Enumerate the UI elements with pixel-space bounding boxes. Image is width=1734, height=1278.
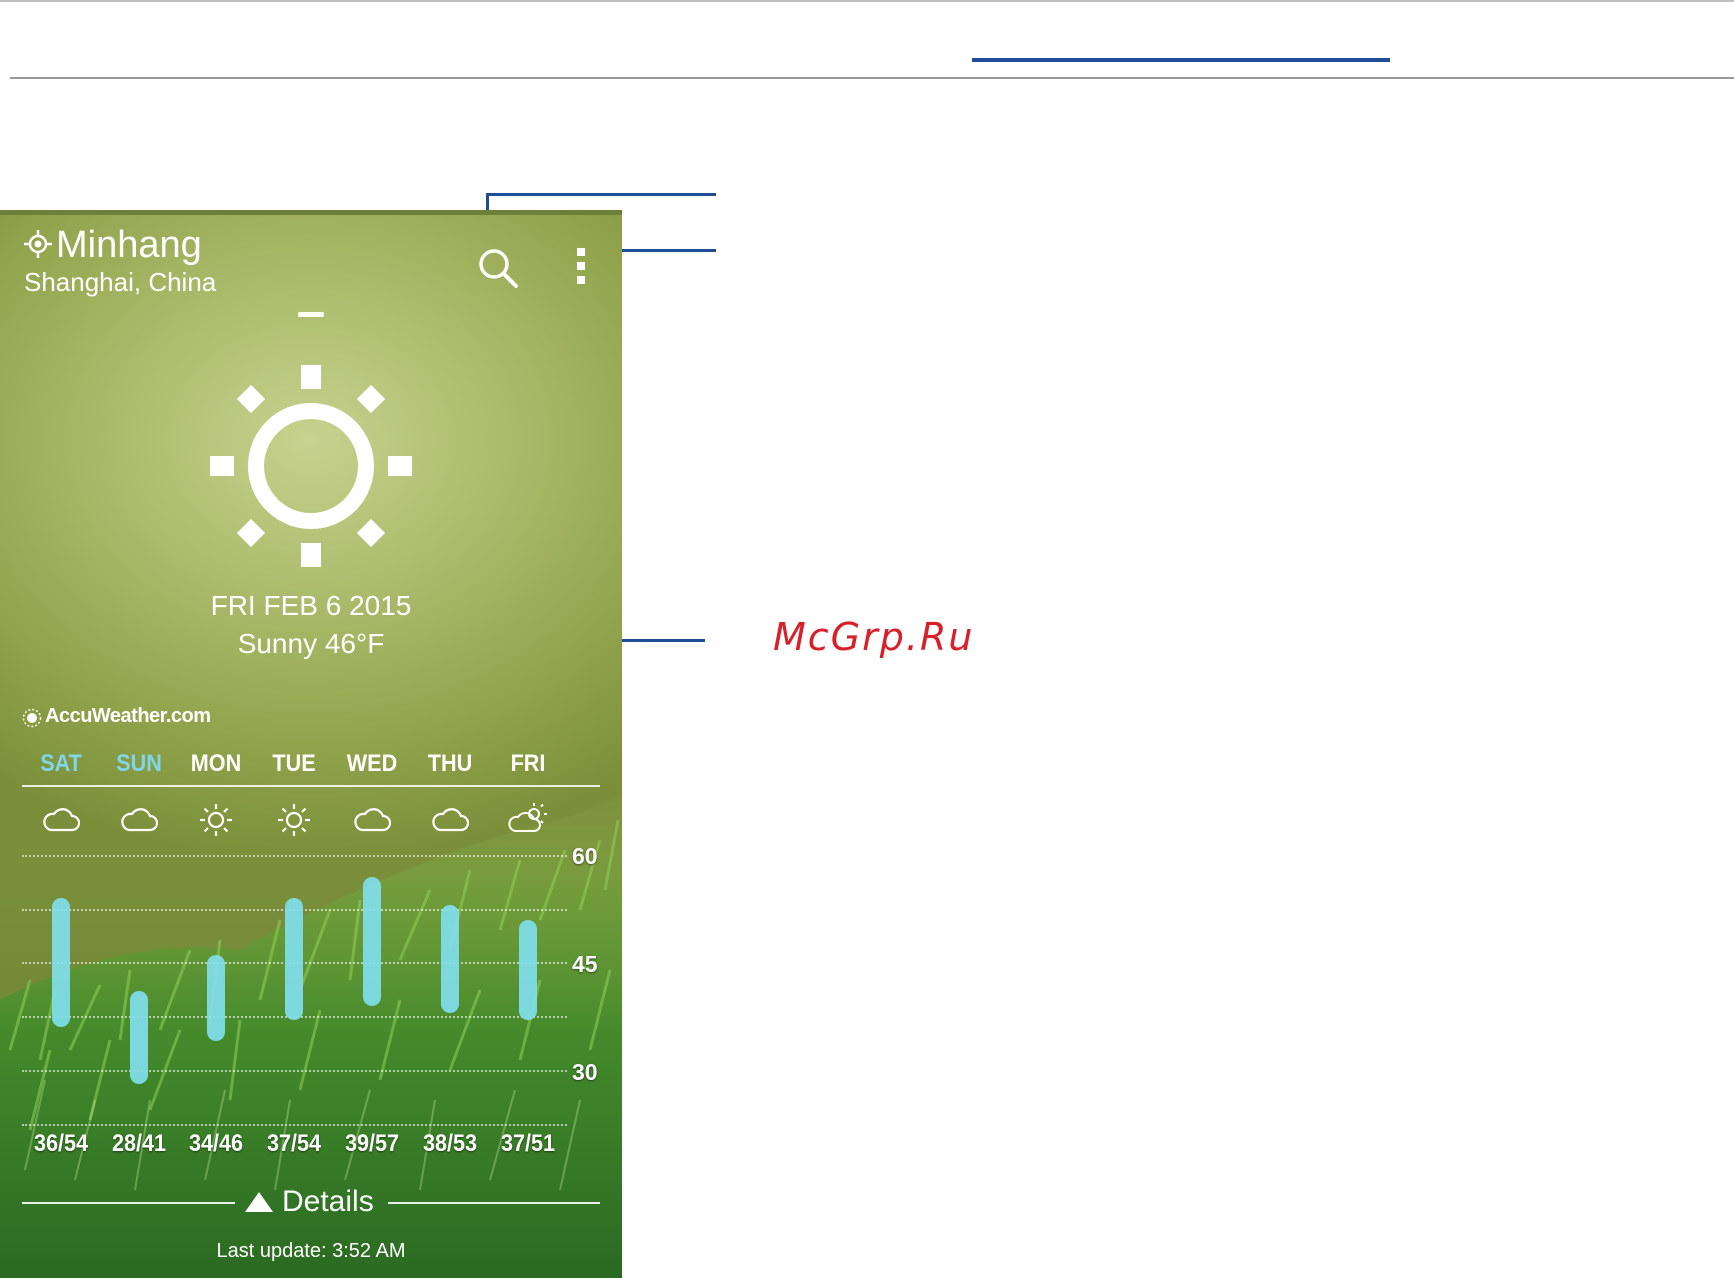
day-label-wed[interactable]: WED (337, 750, 407, 778)
cloud-icon (120, 808, 159, 837)
temp-range-bar-sat (52, 898, 70, 1027)
temp-range-bar-mon (207, 955, 225, 1042)
day-label-sat[interactable]: SAT (26, 750, 96, 778)
sun-icon (199, 803, 233, 842)
days-divider (22, 785, 600, 787)
search-icon[interactable] (476, 246, 520, 290)
temp-range-bar-thu (441, 905, 459, 1013)
temp-range-bar-sun (130, 991, 148, 1085)
expand-up-icon[interactable] (244, 1190, 274, 1214)
temp-range-thu: 38/53 (422, 1130, 478, 1157)
temp-range-bar-tue (285, 898, 303, 1020)
y-tick-30: 30 (572, 1059, 598, 1085)
gridline-20 (22, 1124, 567, 1126)
details-divider-left (22, 1202, 235, 1204)
callout-line-search (486, 193, 716, 196)
day-label-tue[interactable]: TUE (259, 750, 329, 778)
day-label-thu[interactable]: THU (415, 750, 485, 778)
cloud-icon (353, 808, 392, 837)
current-date: FRI FEB 6 2015 (210, 590, 412, 621)
day-label-fri[interactable]: FRI (493, 750, 563, 778)
temp-range-bar-wed (363, 876, 381, 1006)
watermark: McGrp.Ru (773, 615, 975, 659)
day-label-sun[interactable]: SUN (104, 750, 174, 778)
temp-range-mon: 34/46 (188, 1130, 244, 1157)
screen-top-edge (0, 210, 622, 215)
temp-range-tue: 37/54 (266, 1130, 322, 1157)
location-pin-icon (24, 230, 52, 258)
y-tick-45: 45 (572, 951, 598, 977)
sun-icon (277, 803, 311, 842)
city-name[interactable]: Minhang (56, 224, 202, 267)
gridline-60 (22, 855, 567, 857)
temp-range-fri: 37/51 (500, 1130, 556, 1157)
accuweather-logo-icon (22, 708, 42, 728)
top-rule (0, 0, 1734, 2)
provider-name[interactable]: AccuWeather.com (45, 705, 211, 728)
page-indicator[interactable] (298, 312, 324, 317)
region-name: Shanghai, China (24, 267, 217, 297)
section-underline (972, 58, 1390, 62)
cloud-icon (42, 808, 81, 837)
temp-range-wed: 39/57 (344, 1130, 400, 1157)
sun-icon (210, 365, 412, 567)
temp-range-bar-fri (519, 919, 537, 1020)
day-label-mon[interactable]: MON (181, 750, 251, 778)
gridline-30 (22, 1070, 567, 1072)
details-divider-right (388, 1202, 600, 1204)
details-button[interactable]: Details (282, 1185, 374, 1219)
temp-range-sun: 28/41 (111, 1130, 167, 1157)
temp-range-sat: 36/54 (33, 1130, 89, 1157)
more-vertical-icon[interactable] (575, 246, 587, 286)
partly-cloudy-icon (508, 803, 548, 838)
current-condition: Sunny 46°F (237, 628, 385, 659)
header-rule (10, 77, 1734, 79)
weather-screen: Minhang Shanghai, China FRI FEB 6 2015 S… (0, 210, 622, 1278)
y-tick-60: 60 (572, 843, 598, 869)
cloud-icon (431, 808, 470, 837)
last-update: Last update: 3:52 AM (216, 1240, 406, 1262)
